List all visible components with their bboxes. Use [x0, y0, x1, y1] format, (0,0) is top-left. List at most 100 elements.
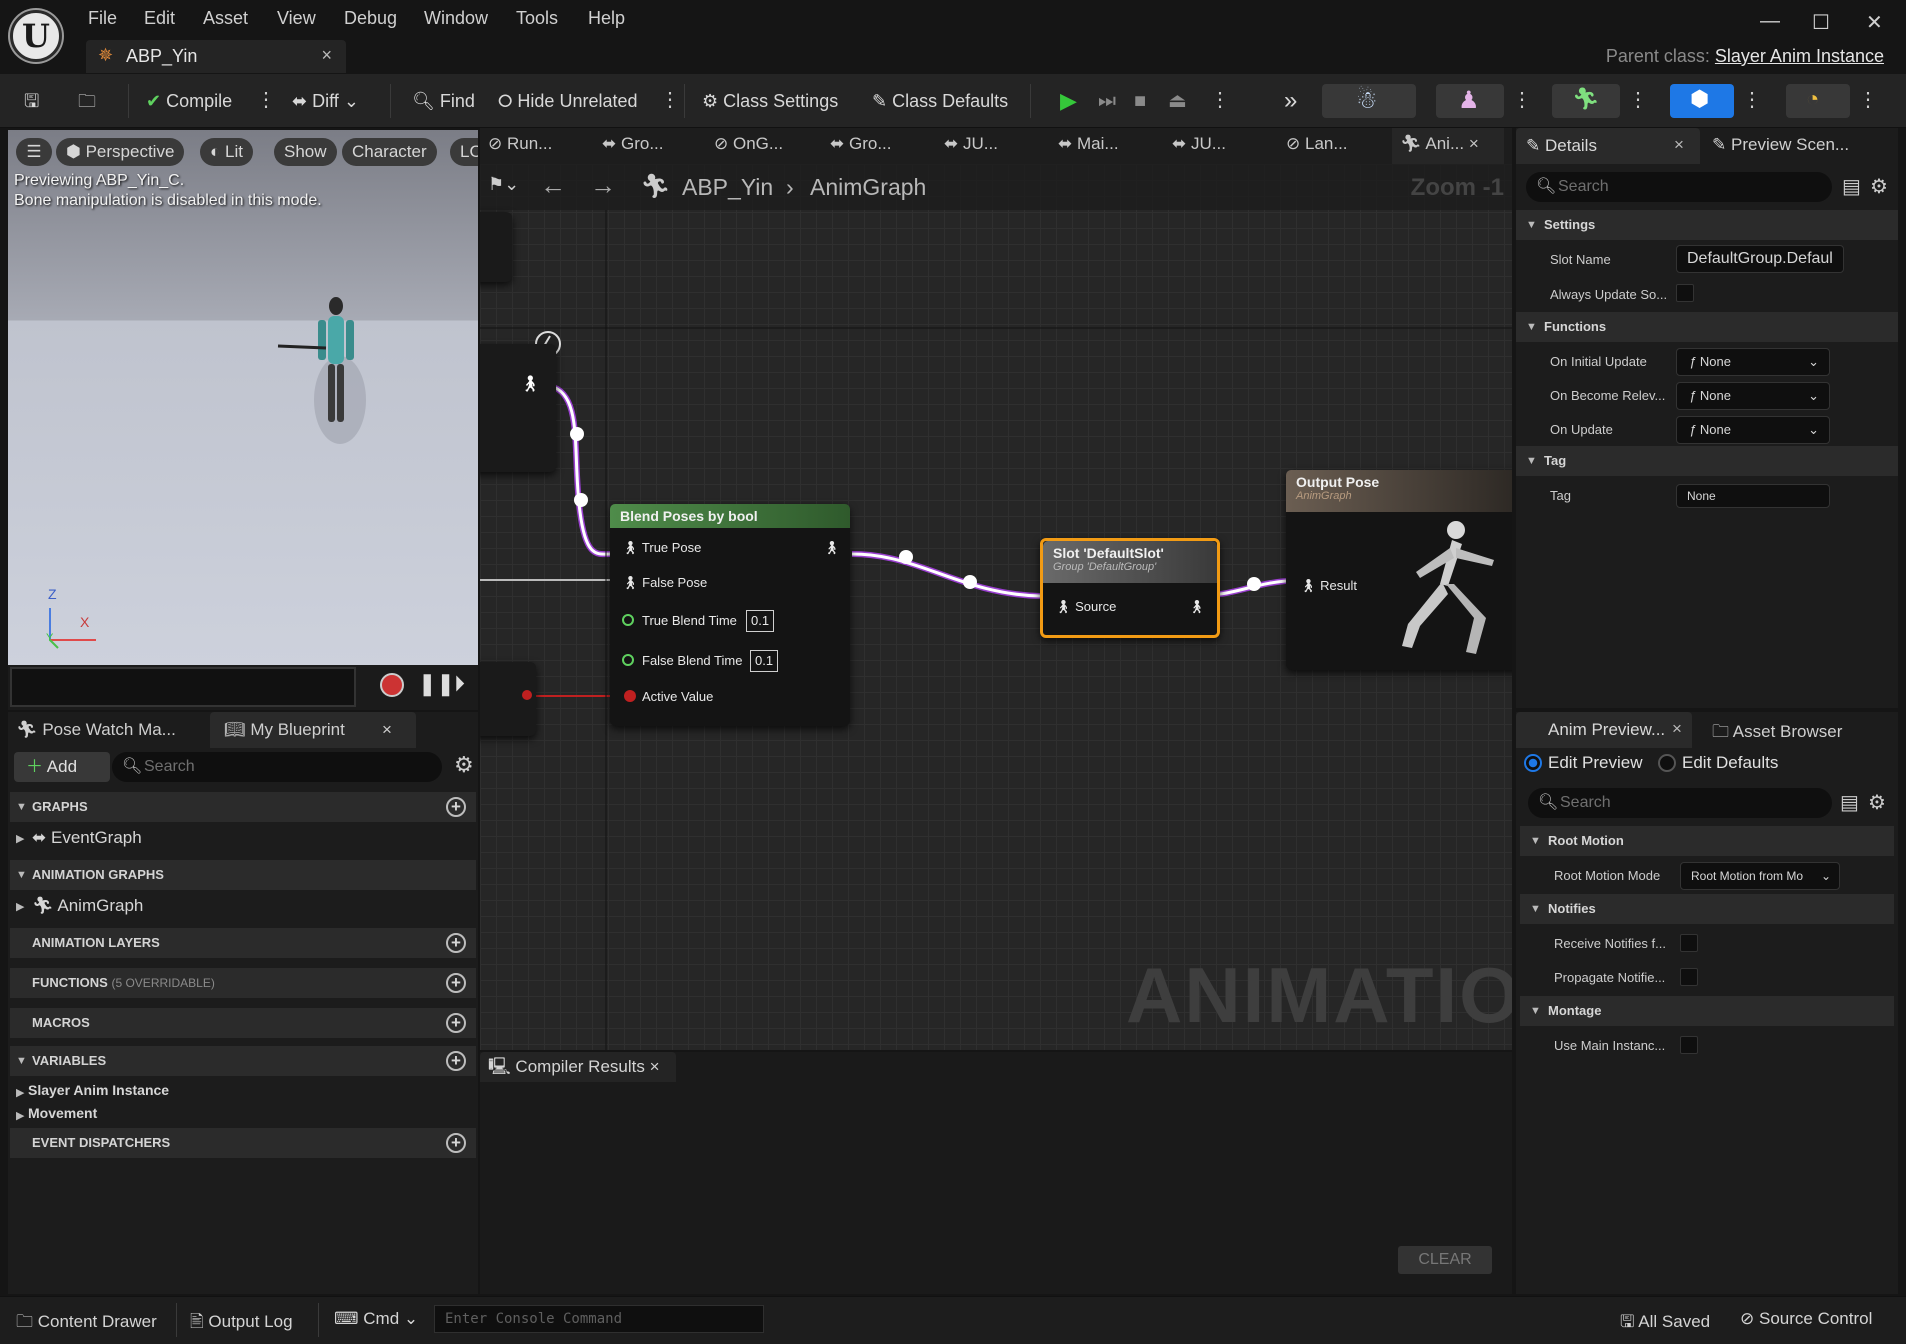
expand-icon[interactable]: ▶ [16, 832, 24, 845]
document-tab[interactable]: ✵ ABP_Yin × [86, 40, 346, 73]
animation-layers-section[interactable]: ANIMATION LAYERS + [10, 928, 476, 958]
compile-button[interactable]: ✔ Compile [146, 85, 232, 117]
menu-file[interactable]: File [88, 8, 117, 29]
physics-options-icon[interactable]: ⋮ [1858, 87, 1878, 113]
close-tab-icon[interactable]: × [1469, 134, 1479, 153]
graph-tab-mai[interactable]: ⬌ Mai... [1058, 134, 1119, 154]
character-button[interactable]: Character [342, 138, 437, 166]
menu-view[interactable]: View [277, 8, 316, 29]
functions-section[interactable]: FUNCTIONS (5 OVERRIDABLE) + [10, 968, 476, 998]
functions-section[interactable]: ▼ Functions [1516, 312, 1898, 342]
add-macro-icon[interactable]: + [446, 1013, 466, 1033]
output-log-button[interactable]: 🖹 Output Log [190, 1309, 293, 1338]
output-pose-node[interactable]: Output Pose AnimGraph 🚶︎ Result [1286, 470, 1512, 670]
float-pin-icon[interactable] [622, 614, 634, 626]
asset-browser-tab[interactable]: 🗀 Asset Browser [1712, 719, 1842, 748]
perspective-button[interactable]: ⬢ Perspective [56, 138, 185, 166]
save-icon[interactable]: 🖫 [24, 85, 39, 117]
diff-button[interactable]: ⬌ Diff ⌄ [292, 85, 359, 117]
graph-tab-run[interactable]: ⊘ Run... [488, 134, 552, 154]
edit-defaults-radio[interactable] [1658, 754, 1676, 772]
minimize-button[interactable]: — [1760, 10, 1780, 33]
gear-icon[interactable]: ⚙ [1868, 790, 1886, 815]
slot-name-field[interactable]: DefaultGroup.Defaul [1676, 245, 1844, 273]
menu-debug[interactable]: Debug [344, 8, 397, 29]
graph-tab-lan[interactable]: ⊘ Lan... [1286, 134, 1348, 154]
pause-icon[interactable]: ❚❚ [418, 671, 455, 697]
close-window-button[interactable]: ✕ [1866, 10, 1883, 35]
expand-icon[interactable]: ▶ [16, 900, 24, 913]
on-update-dropdown[interactable]: ƒ None ⌄ [1676, 416, 1830, 444]
bool-pin-icon[interactable] [624, 690, 636, 702]
blend-poses-node[interactable]: Blend Poses by bool 🚶︎ True Pose 🚶︎ 🚶︎ F… [610, 504, 850, 726]
expand-icon[interactable]: ▶ [16, 1109, 24, 1122]
table-view-icon[interactable]: ▤ [1840, 790, 1859, 815]
float-pin-icon[interactable] [622, 654, 634, 666]
clear-button[interactable]: CLEAR [1398, 1246, 1492, 1274]
find-button[interactable]: 🔍︎ Find [412, 85, 475, 117]
variable-category-movement[interactable]: Movement [28, 1105, 97, 1121]
event-dispatchers-section[interactable]: EVENT DISPATCHERS + [10, 1128, 476, 1158]
result-pin[interactable]: 🚶︎ Result [1300, 578, 1357, 594]
mesh-mode-button[interactable]: ♟ [1436, 84, 1504, 118]
event-graph-item[interactable]: ⬌ EventGraph [32, 828, 142, 848]
play-icon[interactable]: ▶ [1060, 85, 1077, 117]
compile-options-icon[interactable]: ⋮ [256, 87, 276, 113]
on-initial-update-dropdown[interactable]: ƒ None ⌄ [1676, 348, 1830, 376]
timeline-track[interactable] [10, 667, 356, 707]
show-button[interactable]: Show [274, 138, 337, 166]
false-pose-pin[interactable]: 🚶︎ False Pose [622, 575, 707, 591]
graph-tab-ju[interactable]: ⬌ JU... [944, 134, 998, 154]
receive-notifies-checkbox[interactable] [1680, 934, 1698, 952]
macros-section[interactable]: MACROS + [10, 1008, 476, 1038]
console-input[interactable]: Enter Console Command [434, 1305, 764, 1333]
slot-node[interactable]: Slot 'DefaultSlot' Group 'DefaultGroup' … [1040, 538, 1220, 638]
play-options-icon[interactable]: ⋮ [1210, 87, 1230, 113]
gear-icon[interactable]: ⚙ [1870, 174, 1888, 199]
notifies-section[interactable]: ▼ Notifies [1520, 894, 1894, 924]
tag-section[interactable]: ▼ Tag [1516, 446, 1898, 476]
lit-button[interactable]: ◐ Lit [200, 138, 253, 166]
animation-options-icon[interactable]: ⋮ [1628, 87, 1648, 113]
menu-window[interactable]: Window [424, 8, 488, 29]
close-tab-icon[interactable]: × [321, 45, 332, 66]
close-tab-icon[interactable]: × [382, 712, 392, 748]
details-tab[interactable]: ✎ Details [1516, 128, 1700, 164]
preview-scene-tab[interactable]: ✎ Preview Scen... [1712, 135, 1849, 155]
gear-icon[interactable]: ⚙ [454, 752, 474, 778]
add-variable-icon[interactable]: + [446, 1051, 466, 1071]
eject-icon[interactable]: ⏏ [1168, 85, 1187, 117]
anim-graph-item[interactable]: 🏃︎ AnimGraph [32, 896, 143, 916]
skeleton-mode-button[interactable]: ☃ [1322, 84, 1416, 118]
blueprint-mode-button[interactable]: ⬢ [1670, 84, 1734, 118]
close-tab-icon[interactable]: × [650, 1057, 660, 1076]
offscreen-node[interactable] [480, 212, 512, 282]
pose-watch-tab[interactable]: 🏃︎ Pose Watch Ma... [16, 712, 176, 748]
true-blend-time-input[interactable]: 0.1 [746, 610, 775, 632]
menu-help[interactable]: Help [588, 8, 625, 29]
unreal-logo-icon[interactable]: U [10, 10, 62, 62]
add-graph-icon[interactable]: + [446, 797, 466, 817]
source-pin[interactable]: 🚶︎ Source [1055, 599, 1116, 615]
propagate-notifies-checkbox[interactable] [1680, 968, 1698, 986]
graph-tab-ju-2[interactable]: ⬌ JU... [1172, 134, 1226, 154]
use-main-instance-checkbox[interactable] [1680, 1036, 1698, 1054]
record-icon[interactable] [380, 673, 404, 697]
stop-icon[interactable]: ■ [1134, 85, 1146, 117]
offscreen-node[interactable]: 🚶︎ [480, 344, 556, 472]
graph-tab-gro[interactable]: ⬌ Gro... [602, 134, 664, 154]
preview-viewport[interactable]: ☰ ⬢ Perspective ◐ Lit Show Character LO … [8, 130, 478, 665]
menu-tools[interactable]: Tools [516, 8, 558, 29]
always-update-checkbox[interactable] [1676, 284, 1694, 302]
montage-section[interactable]: ▼ Montage [1520, 996, 1894, 1026]
graph-tab-ong[interactable]: ⊘ OnG... [714, 134, 783, 154]
close-tab-icon[interactable]: × [1672, 719, 1682, 739]
output-pose-pin-icon[interactable]: 🚶︎ [823, 540, 840, 556]
viewport-menu-icon[interactable]: ☰ [16, 138, 52, 166]
true-pose-pin[interactable]: 🚶︎ True Pose [622, 540, 701, 556]
anim-graph-canvas[interactable]: ⚑⌄ ← → 🏃︎ ABP_Yin › AnimGraph Zoom -1 AN… [480, 164, 1512, 1050]
output-pose-pin-icon[interactable]: 🚶︎ [1188, 599, 1205, 615]
root-motion-section[interactable]: ▼ Root Motion [1520, 826, 1894, 856]
graphs-section[interactable]: ▼ GRAPHS + [10, 792, 476, 822]
mesh-options-icon[interactable]: ⋮ [1512, 87, 1532, 113]
